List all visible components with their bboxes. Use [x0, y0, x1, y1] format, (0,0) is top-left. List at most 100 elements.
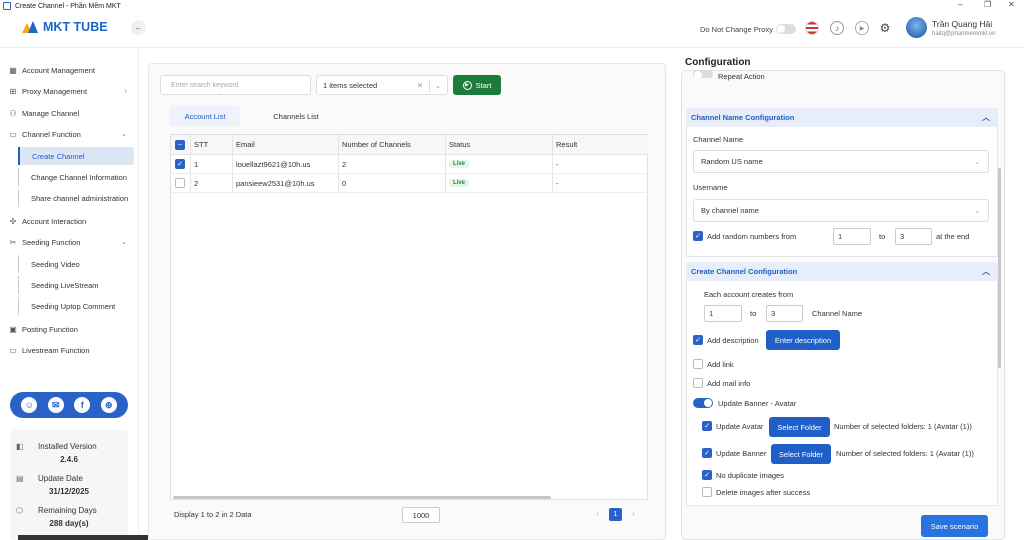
update-banner-avatar-toggle[interactable]	[693, 398, 713, 408]
header-channels: Number of Channels	[342, 140, 411, 149]
update-banner-avatar-label: Update Banner - Avatar	[718, 399, 797, 408]
logo-mark-icon	[22, 21, 42, 33]
sidebar-item-seeding-uptop-comment[interactable]: Seeding Uptop Comment	[18, 297, 134, 315]
search-input[interactable]: Enter search keyword	[160, 75, 311, 95]
proxy-icon: ⊞	[9, 86, 17, 96]
delete-images-checkbox[interactable]: Delete images after success	[702, 487, 810, 497]
sidebar-item-channel-function[interactable]: ▭ Channel Function ⌄	[0, 125, 139, 143]
chevron-down-icon[interactable]: ⌄	[435, 81, 441, 90]
select-banner-folder-button[interactable]: Select Folder	[771, 444, 831, 464]
cell-stt: 2	[194, 178, 199, 188]
horizontal-scrollbar[interactable]	[173, 496, 551, 499]
username-select[interactable]: By channel name ⌄	[693, 199, 989, 222]
random-to-input[interactable]: 3	[895, 228, 932, 245]
collapse-sidebar-button[interactable]: ←	[131, 20, 146, 35]
version-icon: ◧	[16, 442, 24, 451]
add-random-numbers-checkbox[interactable]: ✓ Add random numbers from	[693, 231, 796, 241]
prev-page-button[interactable]: ‹	[591, 508, 604, 521]
page-size-input[interactable]: 1000	[402, 507, 440, 523]
gear-icon[interactable]: ⚙	[878, 21, 892, 35]
sidebar-item-change-channel-info[interactable]: Change Channel Information	[18, 168, 134, 186]
create-from-input[interactable]: 1	[704, 305, 742, 322]
enter-description-button[interactable]: Enter description	[766, 330, 840, 350]
channel-icon: ⚇	[9, 108, 17, 118]
repeat-action-toggle[interactable]	[693, 70, 713, 79]
sidebar-item-seeding-video[interactable]: Seeding Video	[18, 255, 134, 273]
installed-version: ◧ Installed Version 2.4.6	[16, 442, 97, 464]
license-info-card: ◧ Installed Version 2.4.6 ▤ Update Date 31…	[10, 430, 128, 540]
box-icon: ⬡	[16, 506, 23, 515]
create-to-input[interactable]: 3	[766, 305, 803, 322]
at-end-label: at the end	[936, 232, 970, 241]
start-button[interactable]: ▶ Start	[453, 75, 501, 95]
select-all-checkbox[interactable]: –	[175, 139, 185, 150]
sidebar-item-account-management[interactable]: ▦ Account Management	[0, 61, 139, 79]
pagination-summary: Display 1 to 2 in 2 Data	[174, 510, 252, 519]
chevron-down-icon: ⌄	[974, 207, 980, 215]
header-status: Status	[449, 140, 471, 149]
user-profile[interactable]: Trần Quang Hải haitq@phanmemmkt.vn	[906, 17, 995, 38]
bell-icon[interactable]: ♪	[830, 21, 844, 35]
support-icon[interactable]: ☺	[21, 397, 38, 413]
cell-channels: 0	[342, 178, 347, 188]
sidebar-item-seeding-livestream[interactable]: Seeding LiveStream	[18, 276, 134, 294]
cell-email: louellazt9621@10h.us	[236, 159, 311, 169]
header-stt: STT	[194, 140, 209, 149]
save-scenario-button[interactable]: Save scenario	[921, 515, 988, 537]
proxy-label: Do Not Change Proxy	[700, 25, 773, 34]
config-scrollbar[interactable]	[998, 168, 1001, 368]
channel-name-select[interactable]: Random US name ⌄	[693, 150, 989, 173]
taskbar-strip	[18, 535, 148, 540]
close-icon[interactable]: ✕	[1008, 0, 1015, 9]
sidebar-item-share-channel-admin[interactable]: Share channel administration	[18, 189, 134, 207]
channel-name-config-header[interactable]: Channel Name Configuration ︿	[686, 108, 998, 127]
proxy-toggle[interactable]	[776, 24, 796, 34]
table-row[interactable]: ✓ 1 louellazt9621@10h.us 2 Live -	[171, 155, 649, 174]
play-icon[interactable]: ▶	[855, 21, 869, 35]
seeding-icon: ✂	[9, 237, 17, 247]
sidebar-item-proxy-management[interactable]: ⊞ Proxy Management ›	[0, 82, 139, 100]
update-avatar-checkbox[interactable]: ✓ Update Avatar	[702, 421, 763, 431]
tab-account-list[interactable]: Account List	[170, 106, 240, 126]
globe-icon[interactable]: ⊕	[100, 397, 117, 413]
restore-icon[interactable]: ❐	[984, 0, 991, 9]
chevron-right-icon: ›	[124, 87, 127, 95]
add-description-checkbox[interactable]: ✓ Add description	[693, 335, 759, 345]
messenger-icon[interactable]: ✉	[47, 397, 64, 413]
create-channel-config-header[interactable]: Create Channel Configuration ︿	[686, 262, 998, 281]
cell-email: pansieew2531@10h.us	[236, 178, 315, 188]
select-avatar-folder-button[interactable]: Select Folder	[769, 417, 830, 437]
sidebar-item-account-interaction[interactable]: ✣ Account Interaction	[0, 212, 139, 230]
repeat-action-label: Repeat Action	[718, 72, 765, 81]
row-checkbox[interactable]: ✓	[175, 159, 185, 169]
random-from-input[interactable]: 1	[833, 228, 871, 245]
add-link-checkbox[interactable]: Add link	[693, 359, 734, 369]
social-links-bar: ☺ ✉ f ⊕	[10, 392, 128, 418]
tab-channels-list[interactable]: Channels List	[252, 106, 340, 126]
user-name: Trần Quang Hải	[932, 18, 993, 29]
facebook-icon[interactable]: f	[74, 397, 91, 413]
table-row[interactable]: 2 pansieew2531@10h.us 0 Live -	[171, 174, 649, 193]
sidebar-item-posting-function[interactable]: ▣ Posting Function	[0, 320, 139, 338]
account-select[interactable]: 1 items selected ✕ ⌄	[316, 75, 448, 95]
next-page-button[interactable]: ›	[627, 508, 640, 521]
update-banner-checkbox[interactable]: ✓ Update Banner	[702, 448, 766, 458]
sidebar-item-seeding-function[interactable]: ✂ Seeding Function ⌄	[0, 233, 139, 251]
no-duplicate-images-checkbox[interactable]: ✓ No duplicate images	[702, 470, 784, 480]
table-header: – STT Email Number of Channels Status Re…	[171, 135, 649, 155]
sidebar-item-create-channel[interactable]: Create Channel	[18, 147, 134, 165]
grid-icon: ▦	[9, 65, 17, 75]
function-icon: ▭	[9, 129, 17, 139]
minimize-icon[interactable]: –	[958, 0, 962, 9]
username-label: Username	[693, 183, 728, 192]
page-button-1[interactable]: 1	[609, 508, 622, 521]
chevron-up-icon[interactable]: ︿	[982, 112, 990, 123]
us-flag-icon[interactable]	[805, 21, 819, 35]
sidebar-item-manage-channel[interactable]: ⚇ Manage Channel	[0, 104, 139, 122]
logo-text: MKT TUBE	[43, 20, 108, 34]
add-mail-info-checkbox[interactable]: Add mail info	[693, 378, 750, 388]
row-checkbox[interactable]	[175, 178, 185, 188]
sidebar-item-livestream-function[interactable]: ▭ Livestream Function	[0, 341, 139, 359]
chevron-up-icon[interactable]: ︿	[982, 266, 990, 277]
clear-icon[interactable]: ✕	[417, 81, 423, 90]
